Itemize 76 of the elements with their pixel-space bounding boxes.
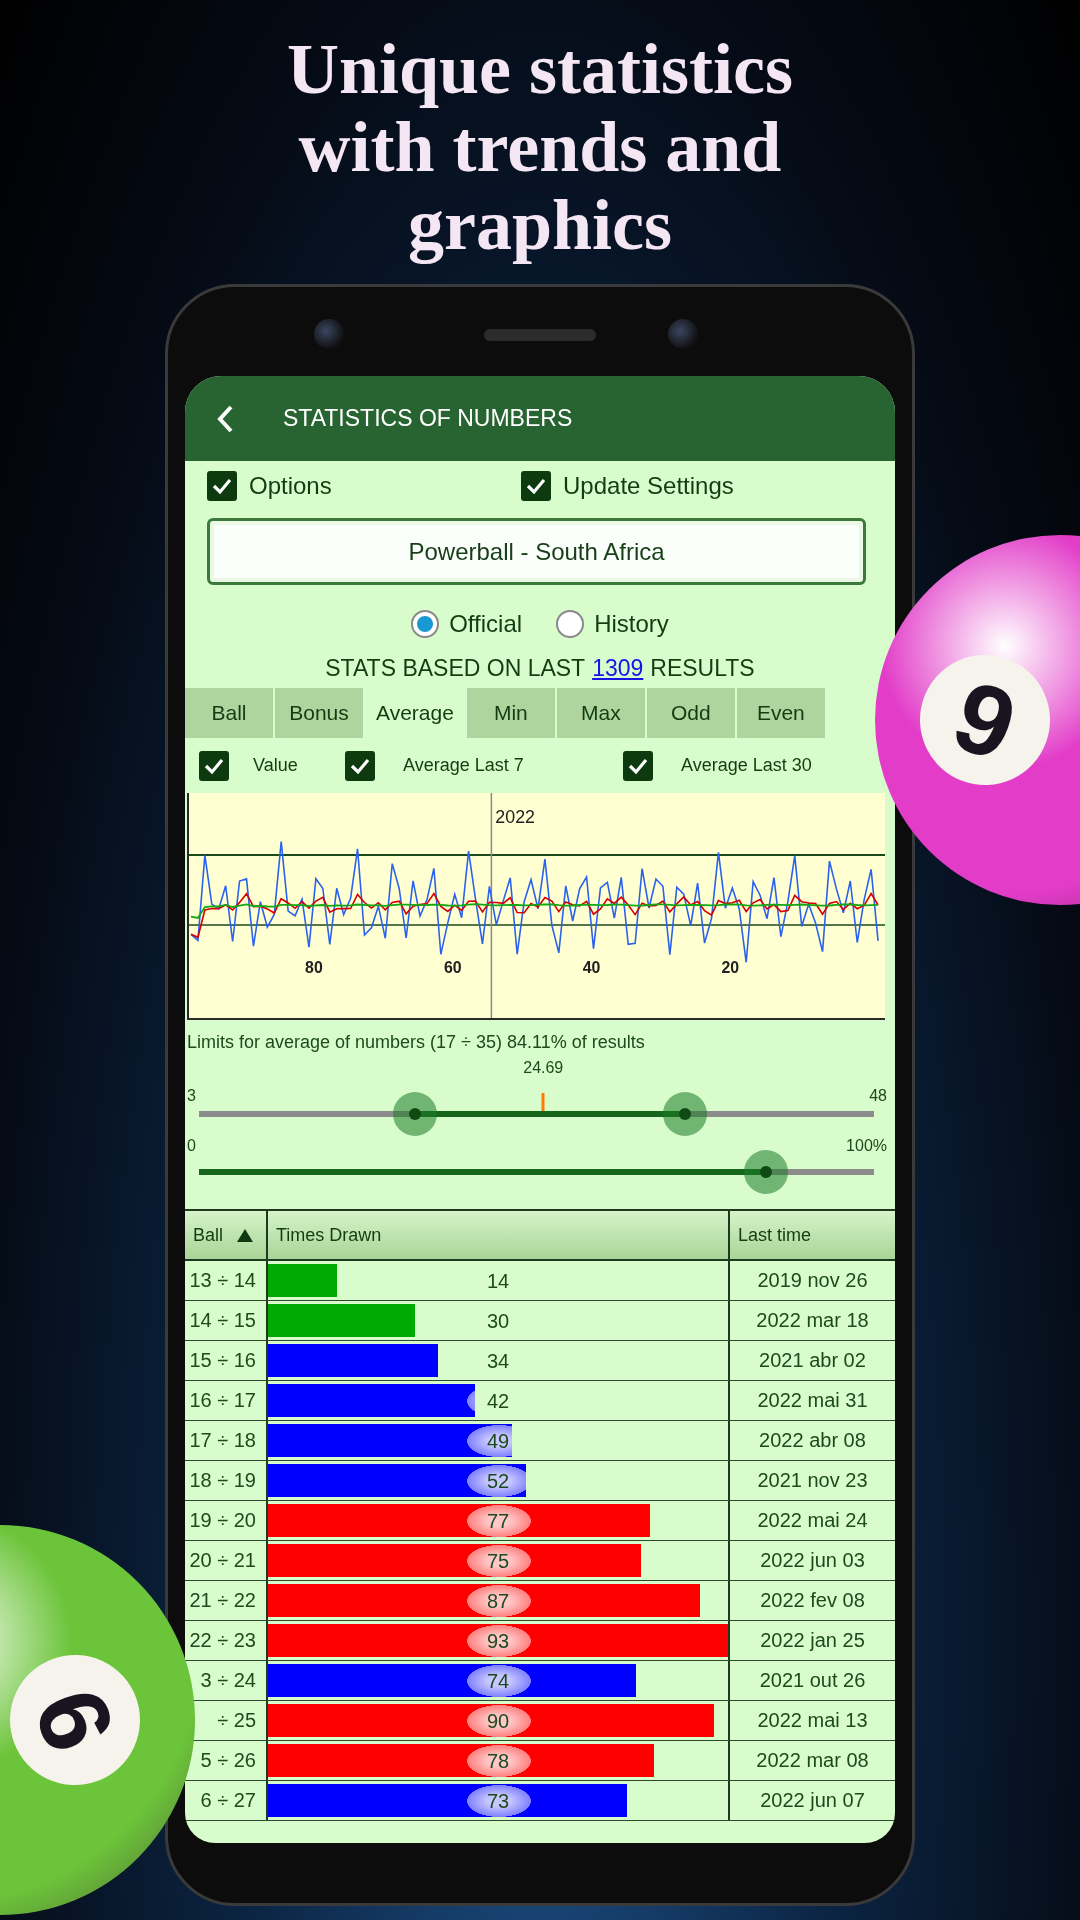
last-drawn-date: 2021 nov 23 [756,1468,869,1493]
headline: Unique statistics with trends and graphics [285,30,794,264]
last-drawn-date: 2022 mai 24 [756,1508,869,1533]
times-drawn-count: 49 [486,1429,510,1452]
slider-thumb[interactable] [663,1092,707,1136]
screen-title: STATISTICS OF NUMBERS [283,405,573,432]
times-drawn-count: 42 [486,1389,510,1412]
last-drawn-date: 2021 abr 02 [758,1348,867,1373]
axis-tick-label: 40 [582,958,601,976]
radio-label: Official [449,610,523,638]
checkbox-label: Options [249,472,332,500]
count-highlight [467,1425,512,1457]
checkbox-label: Average Last 7 [403,755,524,776]
lottery-select-field[interactable]: Powerball - South Africa [207,518,866,585]
stat-tab[interactable]: Min [466,688,555,738]
slider-max-label: 48 [869,1087,887,1105]
times-drawn-count: 52 [486,1469,510,1492]
checkbox[interactable] [623,750,653,781]
last-drawn-date: 2022 mai 31 [756,1388,869,1413]
checkbox-label: Average Last 30 [681,755,812,776]
radio-label: History [594,610,669,638]
last-drawn-date: 2022 jan 25 [759,1628,866,1653]
last-drawn-date: 2022 jun 03 [759,1548,866,1573]
stat-tab[interactable]: Average [365,688,465,738]
average-value-label: 24.69 [523,1059,564,1077]
last-drawn-date: 2022 abr 08 [758,1428,867,1453]
axis-tick-label: 80 [305,958,323,976]
times-drawn-count: 75 [486,1549,510,1572]
stat-tab[interactable]: Even [736,688,825,738]
times-drawn-count: 78 [486,1749,510,1772]
last-drawn-date: 2022 fev 08 [759,1588,866,1613]
times-drawn-count: 73 [486,1789,510,1812]
radio-button[interactable] [556,610,585,638]
slider-max-label: 100% [846,1137,887,1155]
camera-lens-drawing [314,319,344,349]
times-drawn-count: 30 [486,1309,510,1332]
times-drawn-count: 90 [486,1709,510,1732]
column-header[interactable]: Ball [185,1211,268,1259]
slider-thumb[interactable] [393,1092,437,1136]
stat-tab[interactable]: Odd [646,688,735,738]
column-header[interactable]: Last time [730,1211,895,1259]
times-drawn-count: 93 [486,1629,510,1652]
last-drawn-date: 2019 nov 26 [756,1268,869,1293]
axis-tick-label: 20 [721,958,740,976]
count-highlight [467,1465,526,1497]
last-drawn-date: 2022 mar 18 [755,1308,870,1333]
stat-tab[interactable]: Max [556,688,645,738]
times-drawn-count: 77 [486,1509,510,1532]
last-drawn-date: 2022 jun 07 [759,1788,866,1813]
stats-heading: STATS BASED ON LAST [325,654,586,682]
slider-min-label: 3 [187,1087,196,1105]
slider-thumb[interactable] [744,1150,788,1194]
slider-min-label: 0 [187,1137,196,1155]
times-drawn-count: 74 [486,1669,510,1692]
checkbox[interactable] [199,750,229,781]
stat-tab[interactable]: Ball [185,688,273,738]
times-drawn-count: 14 [486,1269,510,1292]
checkbox[interactable] [345,750,375,781]
last-drawn-date: 2022 mai 13 [756,1708,869,1733]
checkbox[interactable] [207,471,237,501]
axis-tick-label: 60 [443,958,462,976]
camera-lens-drawing [668,319,698,349]
checkbox-label: Value [253,755,298,776]
last-drawn-date: 2022 mar 08 [755,1748,870,1773]
last-drawn-date: 2021 out 26 [758,1668,867,1693]
stat-tab[interactable]: Bonus [275,688,363,738]
results-count-link[interactable]: 1309 [592,654,644,682]
stats-heading: RESULTS [650,654,755,682]
checkbox-label: Update Settings [563,472,734,500]
times-drawn-count: 34 [486,1349,510,1372]
times-drawn-count: 87 [486,1589,510,1612]
year-label: 2022 [495,806,536,827]
checkbox[interactable] [521,471,551,501]
column-header[interactable]: Times Drawn [268,1211,730,1259]
limits-text: Limits for average of numbers (17 ÷ 35) 84.11% of results [186,1031,646,1053]
radio-button[interactable] [411,610,440,638]
